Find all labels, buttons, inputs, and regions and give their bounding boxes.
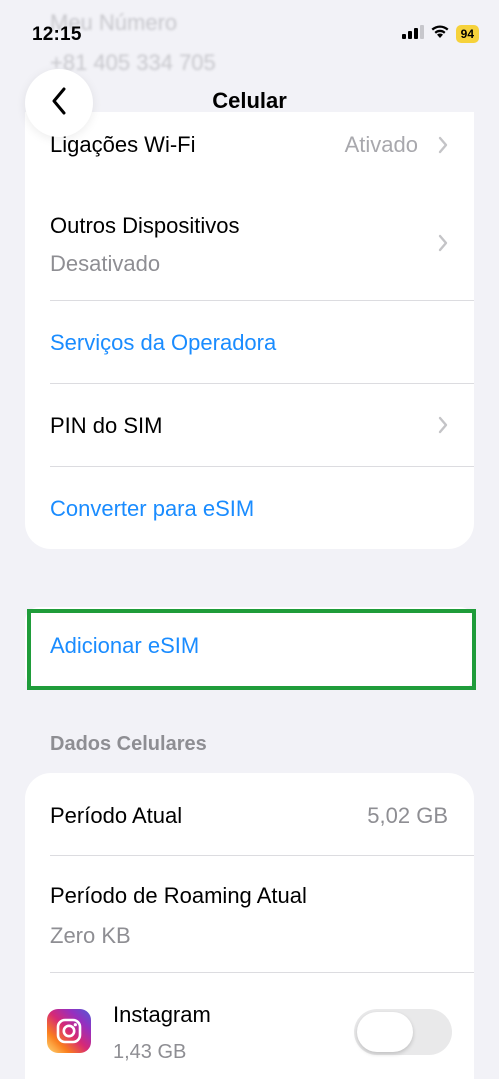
wifi-icon <box>430 24 450 44</box>
page-title: Celular <box>212 88 287 113</box>
chevron-right-icon <box>438 416 448 439</box>
cellular-signal-icon <box>401 24 424 44</box>
roaming-period-row: Período de Roaming Atual Zero KB <box>25 856 474 972</box>
instagram-data-toggle[interactable] <box>354 1009 452 1055</box>
instagram-icon <box>47 1009 91 1053</box>
status-icons: 94 <box>401 24 479 44</box>
sim-pin-row[interactable]: PIN do SIM <box>25 384 474 466</box>
roaming-period-label: Período de Roaming Atual <box>50 883 307 908</box>
cellular-data-header: Dados Celulares <box>50 733 207 755</box>
chevron-right-icon <box>438 234 448 257</box>
app-row-instagram: Instagram 1,43 GB <box>25 973 474 1079</box>
other-devices-label: Outros Dispositivos <box>50 213 240 238</box>
carrier-services-row[interactable]: Serviços da Operadora <box>25 301 474 383</box>
app-name: Instagram <box>113 1002 211 1027</box>
toggle-knob <box>357 1012 413 1052</box>
current-period-value: 5,02 GB <box>367 803 448 828</box>
carrier-services-link[interactable]: Serviços da Operadora <box>50 330 276 356</box>
cellular-data-card: Período Atual 5,02 GB Período de Roaming… <box>25 773 474 1079</box>
other-devices-value: Desativado <box>50 251 161 276</box>
battery-badge: 94 <box>455 25 479 43</box>
settings-card: Ligações Wi-Fi Ativado Outros Dispositiv… <box>25 112 474 549</box>
convert-esim-link[interactable]: Converter para eSIM <box>50 496 254 522</box>
app-usage: 1,43 GB <box>113 1041 187 1063</box>
navigation-bar: Celular <box>0 60 499 144</box>
other-devices-row[interactable]: Outros Dispositivos Desativado <box>25 186 474 300</box>
status-time: 12:15 <box>32 24 82 45</box>
highlight-box <box>27 609 476 690</box>
convert-esim-row[interactable]: Converter para eSIM <box>25 467 474 549</box>
current-period-label: Período Atual <box>50 803 183 828</box>
status-bar: 12:15 94 <box>0 0 499 60</box>
current-period-row: Período Atual 5,02 GB <box>25 773 474 855</box>
roaming-period-value: Zero KB <box>50 923 131 948</box>
sim-pin-label: PIN do SIM <box>50 413 163 438</box>
